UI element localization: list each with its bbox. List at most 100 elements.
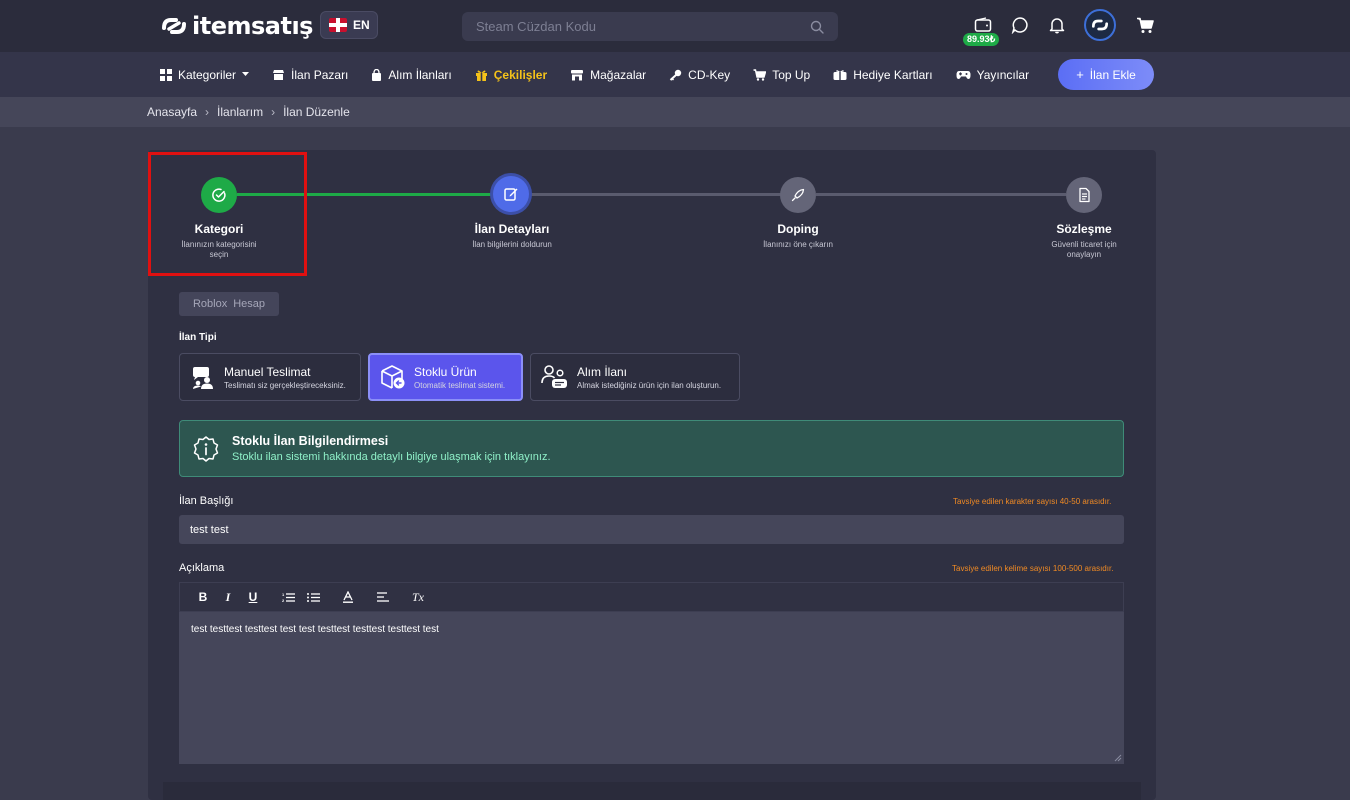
ordered-list-button[interactable]: 12 [277,586,299,608]
plus-icon: + [1076,67,1084,82]
type-buy-desc: Almak istediğiniz ürün için ilan oluştur… [577,380,722,390]
type-stocked-product[interactable]: Stoklu Ürün Otomatik teslimat sistemi. [368,353,523,401]
step-agreement-subtitle: Güvenli ticaret için onaylayın [1051,240,1117,259]
notification-bell-icon[interactable] [1046,14,1068,36]
bullet-list-icon [306,592,320,602]
category-type: Hesap [233,298,266,310]
nav-market[interactable]: İlan Pazarı [272,68,348,82]
align-button[interactable] [372,586,394,608]
breadcrumb-separator: › [271,105,276,119]
breadcrumb-bar: Anasayfa › İlanlarım › İlan Düzenle [0,97,1350,127]
stepper-line-pending [531,193,781,196]
giftcard-icon [833,69,847,80]
description-field-hint: Tavsiye edilen kelime sayısı 100-500 ara… [952,564,1114,573]
breadcrumb-home[interactable]: Anasayfa [147,105,197,119]
language-label: EN [353,18,370,32]
user-avatar[interactable] [1084,9,1116,41]
bold-button[interactable]: B [192,586,214,608]
chat-users-icon [193,367,213,389]
highlight-box [148,152,307,276]
key-icon [669,69,682,81]
type-manual-desc: Teslimatı siz gerçekleştireceksiniz. [224,380,346,390]
stepper-line-pending [816,193,1066,196]
type-stocked-title: Stoklu Ürün [414,364,477,379]
nav-streamers[interactable]: Yayıncılar [956,68,1029,82]
align-left-icon [377,592,389,602]
uk-flag-icon [329,18,347,32]
stock-info-banner[interactable]: Stoklu İlan Bilgilendirmesi Stoklu ilan … [179,420,1124,477]
type-buy-title: Alım İlanı [577,364,628,379]
category-path: Roblox Hesap [179,292,279,316]
nav-top-up[interactable]: Top Up [753,68,810,82]
nav-cd-key[interactable]: CD-Key [669,68,730,82]
description-editor[interactable]: test testtest testtest test test testtes… [179,612,1124,764]
nav-buy-listings[interactable]: Alım İlanları [371,68,452,82]
cart-icon[interactable] [1134,14,1156,36]
nav-stores[interactable]: Mağazalar [570,68,646,82]
grid-icon [160,68,172,81]
rocket-icon [791,188,805,202]
description-field-label: Açıklama [179,562,225,574]
step-details-circle[interactable] [493,176,529,212]
breadcrumb: Anasayfa › İlanlarım › İlan Düzenle [147,105,350,119]
edit-icon [504,188,518,201]
logo-icon [162,18,186,34]
category-game: Roblox [192,298,228,310]
top-header: itemsatış EN 89.93₺ [0,0,1350,52]
breadcrumb-separator: › [205,105,210,119]
search-bar [462,12,838,41]
text-color-icon [343,591,353,603]
bag-icon [372,68,382,81]
title-field-hint: Tavsiye edilen karakter sayısı 40-50 ara… [953,497,1112,506]
step-doping-subtitle: İlanınızı öne çıkarın [763,240,833,249]
step-details-subtitle: İlan bilgilerini doldurun [472,240,552,249]
svg-text:1: 1 [282,592,285,597]
type-stocked-desc: Otomatik teslimat sistemi. [414,380,506,390]
card-footer [163,782,1141,800]
nav-categories[interactable]: Kategoriler [160,68,250,82]
chevron-down-icon [242,72,250,76]
search-icon[interactable] [810,20,824,34]
type-manual-title: Manuel Teslimat [224,364,311,379]
text-color-button[interactable] [337,586,359,608]
info-description: Stoklu ilan sistemi hakkında detaylı bil… [232,451,551,463]
step-doping-circle[interactable] [780,177,816,213]
gift-icon [475,70,487,81]
avatar-logo-icon [1092,19,1108,31]
bullet-list-button[interactable] [302,586,324,608]
step-agreement-circle[interactable] [1066,177,1102,213]
user-chat-icon [541,365,567,388]
italic-button[interactable]: I [217,586,239,608]
step-agreement-title: Sözleşme [1056,222,1112,236]
messages-icon[interactable] [1009,14,1031,36]
step-details-title: İlan Detayları [474,222,550,236]
type-manual-delivery[interactable]: Manuel Teslimat Teslimatı siz gerçekleşt… [179,353,361,401]
search-input[interactable] [476,19,810,34]
clear-format-button[interactable]: Tx [407,586,429,608]
info-title: Stoklu İlan Bilgilendirmesi [232,434,389,448]
store-icon [571,69,584,80]
box-icon [381,365,405,389]
language-switcher[interactable]: EN [320,11,378,39]
title-input[interactable] [179,515,1124,544]
breadcrumb-current: İlan Düzenle [283,105,350,119]
wallet-balance-badge: 89.93₺ [963,33,1000,46]
logo[interactable]: itemsatış [160,12,313,40]
type-buy-request[interactable]: Alım İlanı Almak istediğiniz ürün için i… [530,353,740,401]
nav-gift-cards[interactable]: Hediye Kartları [833,68,933,82]
info-badge-icon [193,435,219,462]
editor-toolbar: B I U 12 Tx [179,582,1124,612]
shop-icon [273,69,285,80]
resize-handle-icon[interactable] [1114,754,1122,762]
listing-type-label: İlan Tipi [179,332,217,343]
svg-text:2: 2 [282,598,285,603]
nav-giveaways[interactable]: Çekilişler [475,68,547,82]
ordered-list-icon: 12 [282,592,295,603]
gamepad-icon [956,71,971,79]
document-icon [1079,187,1090,203]
breadcrumb-my-listings[interactable]: İlanlarım [217,105,263,119]
underline-button[interactable]: U [242,586,264,608]
add-listing-button[interactable]: + İlan Ekle [1058,59,1154,90]
step-doping-title: Doping [777,222,819,236]
title-field-label: İlan Başlığı [179,495,234,507]
